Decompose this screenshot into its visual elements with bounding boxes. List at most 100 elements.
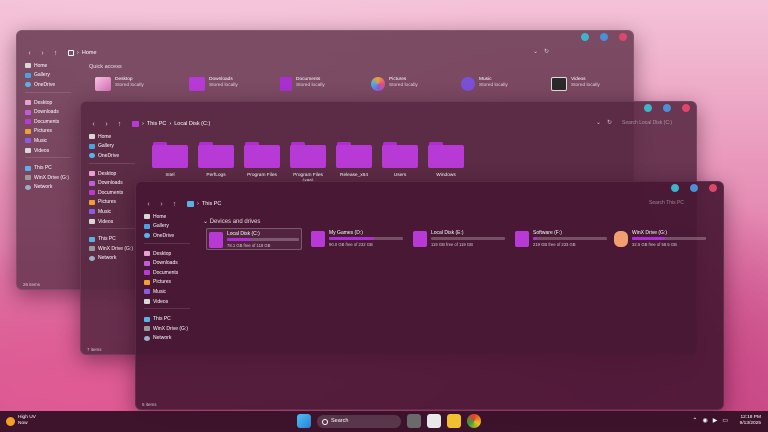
sidebar-item-gallery[interactable]: Gallery xyxy=(144,222,196,232)
close-button[interactable] xyxy=(709,184,717,192)
sidebar-item-gallery[interactable]: Gallery xyxy=(89,142,141,152)
folder-item[interactable]: Intel xyxy=(151,142,189,179)
quick-access-item[interactable]: Documents Stored locally xyxy=(280,77,325,91)
sidebar-item-home[interactable]: Home xyxy=(89,132,141,142)
title-bar[interactable] xyxy=(136,182,723,196)
sidebar-item-winx-drive[interactable]: WinX Drive (G:) xyxy=(144,324,196,334)
sidebar-item-onedrive[interactable]: OneDrive xyxy=(25,80,77,90)
sidebar-item-desktop[interactable]: Desktop xyxy=(89,169,141,179)
sidebar-item-music[interactable]: Music xyxy=(89,207,141,217)
quick-access-item[interactable]: Pictures Stored locally xyxy=(371,77,418,91)
quick-access-item[interactable]: Music Stored locally xyxy=(461,77,508,91)
search-input[interactable]: Search Local Disk (C:) xyxy=(618,118,688,129)
sidebar-item-desktop[interactable]: Desktop xyxy=(144,249,196,259)
sidebar-item-downloads[interactable]: Downloads xyxy=(144,258,196,268)
up-icon[interactable]: ↑ xyxy=(49,50,62,57)
minimize-button[interactable] xyxy=(644,104,652,112)
sidebar-item-documents[interactable]: Documents xyxy=(144,268,196,278)
drive-item[interactable]: Local Disk (C:) 78.1 GB free of 118 GB xyxy=(206,228,302,250)
maximize-button[interactable] xyxy=(663,104,671,112)
sidebar-item-this-pc[interactable]: This PC xyxy=(89,234,141,244)
wifi-icon[interactable]: ◉ xyxy=(702,417,707,424)
drive-item[interactable]: Local Disk (E:) 119 GB free of 119 GB xyxy=(411,228,507,250)
search-input[interactable]: Search This PC xyxy=(645,198,715,209)
quick-access-item[interactable]: Desktop Stored locally xyxy=(95,77,144,91)
drive-item[interactable]: WinX Drive (G:) 32.5 GB free of 58.5 GB xyxy=(612,228,708,250)
close-button[interactable] xyxy=(682,104,690,112)
battery-icon[interactable]: ▭ xyxy=(722,417,728,424)
sidebar-item-gallery[interactable]: Gallery xyxy=(25,71,77,81)
back-icon[interactable]: ‹ xyxy=(142,201,155,208)
folder-item[interactable]: Users xyxy=(381,142,419,179)
quick-access-item[interactable]: Downloads Stored locally xyxy=(189,77,238,91)
taskbar-search[interactable]: Search xyxy=(317,414,401,428)
sidebar-item-music[interactable]: Music xyxy=(144,287,196,297)
folder-item[interactable]: Program Files (x86) xyxy=(289,142,327,185)
folder-item[interactable]: Release_x64 xyxy=(335,142,373,179)
sidebar-item-onedrive[interactable]: OneDrive xyxy=(144,231,196,241)
clock[interactable]: 12:18 PM 9/13/2025 xyxy=(740,415,761,427)
back-icon[interactable]: ‹ xyxy=(23,50,36,57)
task-view-icon[interactable] xyxy=(407,414,421,428)
refresh-icon[interactable]: ↻ xyxy=(607,119,612,126)
folder-item[interactable]: Program Files xyxy=(243,142,281,179)
sidebar-item-home[interactable]: Home xyxy=(144,212,196,222)
refresh-icon[interactable]: ↻ xyxy=(544,48,549,55)
title-bar[interactable] xyxy=(17,31,633,45)
folder-item[interactable]: PerfLogs xyxy=(197,142,235,179)
sidebar-item-pictures[interactable]: Pictures xyxy=(25,127,77,137)
sidebar-item-downloads[interactable]: Downloads xyxy=(25,107,77,117)
windows-start-icon[interactable] xyxy=(297,414,311,428)
forward-icon[interactable]: › xyxy=(155,201,168,208)
file-explorer-icon[interactable] xyxy=(447,414,461,428)
sidebar-item-winx-drive[interactable]: WinX Drive (G:) xyxy=(89,244,141,254)
close-button[interactable] xyxy=(619,33,627,41)
up-icon[interactable]: ↑ xyxy=(168,201,181,208)
chevron-down-icon[interactable]: ⌄ xyxy=(596,119,601,126)
breadcrumb-item[interactable]: This PC xyxy=(202,201,222,207)
quick-access-heading[interactable]: Quick access xyxy=(89,64,122,70)
up-icon[interactable]: ↑ xyxy=(113,121,126,128)
sidebar-item-videos[interactable]: Videos xyxy=(25,146,77,156)
minimize-button[interactable] xyxy=(671,184,679,192)
sidebar-item-winx-drive[interactable]: WinX Drive (G:) xyxy=(25,173,77,183)
back-icon[interactable]: ‹ xyxy=(87,121,100,128)
breadcrumb-item[interactable]: This PC xyxy=(147,121,167,127)
section-heading[interactable]: ⌄ Devices and drives xyxy=(203,218,260,225)
title-bar[interactable] xyxy=(81,102,696,116)
chevron-up-icon[interactable]: ⌃ xyxy=(692,417,697,424)
maximize-button[interactable] xyxy=(690,184,698,192)
notepad-icon[interactable] xyxy=(427,414,441,428)
chevron-down-icon[interactable]: ⌄ xyxy=(533,48,538,55)
sidebar-item-documents[interactable]: Documents xyxy=(89,188,141,198)
sidebar-item-network[interactable]: Network xyxy=(144,334,196,344)
drive-item[interactable]: My Games (D:) 90.0 GB free of 232 GB xyxy=(309,228,405,250)
sidebar-item-this-pc[interactable]: This PC xyxy=(25,163,77,173)
sidebar-item-network[interactable]: Network xyxy=(89,254,141,264)
breadcrumb[interactable]: › This PC xyxy=(187,201,221,207)
sidebar-item-pictures[interactable]: Pictures xyxy=(144,278,196,288)
sidebar-item-this-pc[interactable]: This PC xyxy=(144,314,196,324)
sidebar-item-onedrive[interactable]: OneDrive xyxy=(89,151,141,161)
chrome-icon[interactable] xyxy=(467,414,481,428)
sidebar-item-home[interactable]: Home xyxy=(25,61,77,71)
sidebar-item-pictures[interactable]: Pictures xyxy=(89,198,141,208)
breadcrumb-item[interactable]: Local Disk (C:) xyxy=(174,121,210,127)
folder-item[interactable]: Windows xyxy=(427,142,465,179)
sidebar-item-videos[interactable]: Videos xyxy=(144,297,196,307)
sidebar-item-music[interactable]: Music xyxy=(25,136,77,146)
sidebar-item-downloads[interactable]: Downloads xyxy=(89,178,141,188)
forward-icon[interactable]: › xyxy=(100,121,113,128)
forward-icon[interactable]: › xyxy=(36,50,49,57)
breadcrumb-item[interactable]: Home xyxy=(82,50,97,56)
sidebar-item-network[interactable]: Network xyxy=(25,183,77,193)
breadcrumb[interactable]: › Home xyxy=(68,50,97,56)
sidebar-item-videos[interactable]: Videos xyxy=(89,217,141,227)
drive-item[interactable]: Software (F:) 219 GB free of 233 GB xyxy=(513,228,609,250)
minimize-button[interactable] xyxy=(581,33,589,41)
breadcrumb[interactable]: › This PC › Local Disk (C:) xyxy=(132,121,210,127)
quick-access-item[interactable]: Videos Stored locally xyxy=(551,77,600,91)
volume-icon[interactable]: ▶ xyxy=(713,417,718,424)
weather-widget[interactable]: High UV Now xyxy=(6,415,36,427)
sidebar-item-documents[interactable]: Documents xyxy=(25,117,77,127)
